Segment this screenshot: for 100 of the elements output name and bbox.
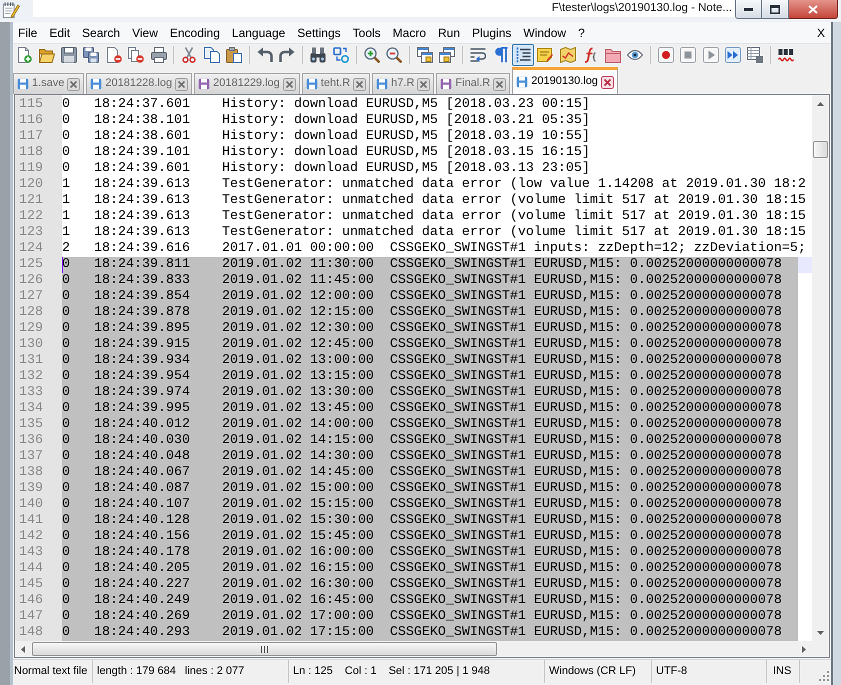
menu-item[interactable]: View: [126, 22, 164, 42]
line-number: 143: [18, 545, 44, 561]
menu-item[interactable]: Window: [517, 22, 572, 42]
line-number: 148: [18, 625, 44, 641]
word-wrap-icon: [470, 47, 486, 63]
pilcrow-icon: [492, 47, 509, 63]
file-tab[interactable]: h7.R: [372, 73, 434, 94]
code-line: 0 18:24:38.101 History: download EURUSD,M5 [2018.03.21 05:35]: [62, 113, 590, 129]
indent-guide-icon: [515, 47, 531, 63]
sticky-note-icon: [537, 47, 554, 63]
file-tab[interactable]: 20181229.log: [194, 73, 300, 94]
binoculars-icon: [310, 47, 326, 63]
file-tab[interactable]: 20190130.log: [512, 67, 618, 94]
menu-item[interactable]: Tools: [346, 22, 387, 42]
map-icon: [560, 47, 576, 63]
line-number: 122: [18, 209, 44, 225]
floppy-disks-icon: [83, 47, 100, 63]
scroll-thumb[interactable]: [813, 141, 828, 158]
minimize-button[interactable]: [735, 0, 762, 19]
notepad-pencil-icon: [2, 1, 20, 19]
close-icon[interactable]: [600, 76, 614, 88]
line-number: 119: [18, 161, 44, 177]
line-number: 141: [18, 513, 44, 529]
line-number: 142: [18, 529, 44, 545]
line-number: 137: [18, 449, 44, 465]
copy-icon: [204, 47, 220, 63]
line-number: 138: [18, 465, 44, 481]
status-text: lines : 2 077: [184, 664, 244, 678]
files-close-icon: [128, 47, 144, 63]
status-text: Normal text file: [14, 664, 88, 678]
code-line: 0 18:24:39.601 History: download EURUSD,M5 [2018.03.13 23:05]: [62, 161, 590, 177]
file-tab[interactable]: Final.R: [436, 73, 510, 94]
close-icon[interactable]: [493, 78, 506, 90]
maximize-icon: [770, 4, 780, 14]
line-number: 136: [18, 433, 44, 449]
menu-item[interactable]: Settings: [291, 22, 347, 42]
code-line: 1 18:24:39.613 TestGenerator: unmatched data error (volume limit 517 at 2019.01.30 18:15: [62, 225, 806, 241]
scissors-icon: [181, 47, 198, 63]
code-line: 0 18:24:37.601 History: download EURUSD,M5 [2018.03.23 00:15]: [62, 97, 590, 113]
toolbar-button[interactable]: [512, 44, 534, 66]
folder-icon: [604, 47, 621, 63]
menu-item[interactable]: File: [12, 22, 44, 42]
close-icon[interactable]: [417, 78, 430, 90]
replace-icon: [332, 47, 349, 63]
close-icon[interactable]: [175, 78, 188, 90]
text-caret: [62, 257, 63, 273]
menu-item[interactable]: ?: [572, 22, 591, 42]
line-number: 120: [18, 177, 44, 193]
list-grid-icon: [747, 47, 764, 63]
line-number: 135: [18, 417, 44, 433]
code-line: 0 18:24:39.101 History: download EURUSD,M5 [2018.03.15 16:15]: [62, 145, 590, 161]
line-number: 115: [18, 97, 44, 113]
close-icon[interactable]: [282, 78, 296, 90]
close-icon[interactable]: [353, 78, 366, 90]
line-number: 144: [18, 561, 44, 577]
open-folder-icon: [38, 47, 55, 63]
left-arrow-icon: [21, 646, 25, 652]
vertical-scrollbar[interactable]: [812, 95, 829, 641]
line-number: 134: [18, 401, 44, 417]
status-text: INS: [773, 664, 792, 678]
menu-item[interactable]: Edit: [43, 22, 76, 42]
menu-item[interactable]: Language: [226, 22, 292, 42]
line-number: 129: [18, 321, 44, 337]
code-line: 1 18:24:39.613 TestGenerator: unmatched data error (low value 1.14208 at 2019.01.30 18:2: [62, 177, 806, 193]
menu-item[interactable]: Run: [432, 22, 466, 42]
file-tab[interactable]: teht.R: [302, 73, 370, 94]
zoom-in-icon: [364, 47, 380, 63]
window-lock-icon: [416, 47, 433, 63]
menu-item[interactable]: Macro: [386, 22, 432, 42]
line-number: 139: [18, 481, 44, 497]
horizontal-scrollbar[interactable]: [15, 641, 812, 657]
size-grip-icon[interactable]: [819, 671, 829, 681]
close-button[interactable]: [789, 0, 838, 19]
line-number: 117: [18, 129, 44, 145]
file-tab[interactable]: 1.save: [13, 73, 84, 94]
grip-icon: [261, 646, 268, 652]
stop-icon: [680, 47, 696, 63]
close-icon[interactable]: [67, 78, 80, 90]
line-number: 147: [18, 609, 44, 625]
maximize-button[interactable]: [762, 0, 789, 19]
line-number: 146: [18, 593, 44, 609]
undo-icon: [257, 47, 274, 63]
menu-item[interactable]: Encoding: [164, 22, 226, 42]
menu-item[interactable]: Search: [76, 22, 126, 42]
printer-icon: [150, 47, 167, 63]
file-tab[interactable]: 20181228.log: [86, 73, 192, 94]
eye-icon: [626, 47, 643, 63]
status-text: Sel : 171 205 | 1 948: [388, 664, 490, 678]
code-line: 0 18:24:38.601 History: download EURUSD,M5 [2018.03.19 10:55]: [62, 129, 590, 145]
status-text: Windows (CR LF): [549, 664, 636, 678]
line-number: 124: [18, 241, 44, 257]
fast-forward-icon: [725, 47, 742, 63]
line-number: 118: [18, 145, 44, 161]
menu-item[interactable]: Plugins: [466, 22, 518, 42]
play-icon: [702, 47, 719, 63]
close-document-button[interactable]: X: [810, 22, 831, 42]
redo-icon: [279, 47, 296, 63]
scroll-thumb[interactable]: [32, 642, 497, 656]
window-title: F\tester\logs\20190130.log - Note...: [552, 0, 735, 17]
line-number: 131: [18, 353, 44, 369]
